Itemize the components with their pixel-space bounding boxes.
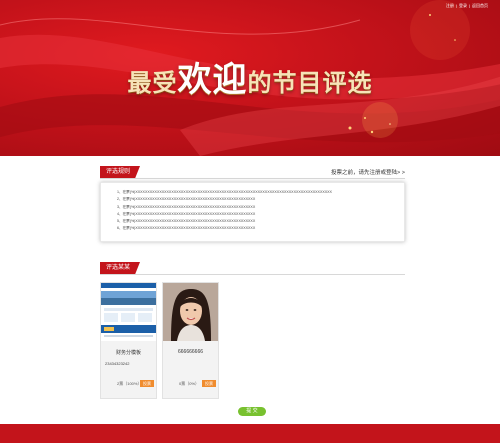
- rules-section-header: 评选规则 投票之前，请先注册或登陆> >: [100, 166, 405, 179]
- candidate-phone: 23434323242: [105, 361, 130, 366]
- top-links: 注册 | 登录 | 返回首页: [446, 3, 488, 9]
- vote-count: 0票（0%）: [179, 381, 200, 386]
- rules-list: 1、在票(%)XXXXXXXXXXXXXXXXXXXXXXXXXXXXXXXXX…: [101, 183, 404, 233]
- rule-item: 2、在票(%)XXXXXXXXXXXXXXXXXXXXXXXXXXXXXXXXX…: [117, 197, 256, 202]
- home-link[interactable]: 返回首页: [472, 3, 488, 9]
- rule-item: 5、在票(%)XXXXXXXXXXXXXXXXXXXXXXXXXXXXXXXXX…: [117, 219, 256, 224]
- title-part-3: 的节目评选: [247, 69, 373, 97]
- submit-button[interactable]: 提 交: [238, 407, 266, 416]
- title-part-1: 最受: [127, 69, 178, 97]
- title-part-2: 欢迎: [177, 60, 248, 100]
- rules-tab: 评选规则: [100, 166, 141, 178]
- vote-button[interactable]: 投票: [140, 380, 154, 387]
- footer-bar: [0, 424, 500, 443]
- login-link[interactable]: 登录: [459, 3, 467, 9]
- candidate-name: 666666666: [177, 349, 204, 355]
- candidate-card: 666666666 0票（0%） 投票: [162, 282, 219, 399]
- rule-item: 4、在票(%)XXXXXXXXXXXXXXXXXXXXXXXXXXXXXXXXX…: [117, 211, 256, 216]
- link-separator: |: [468, 3, 470, 8]
- rules-box: 1、在票(%)XXXXXXXXXXXXXXXXXXXXXXXXXXXXXXXXX…: [100, 182, 405, 242]
- vote-notice-link[interactable]: 投票之前，请先注册或登陆> >: [331, 168, 405, 176]
- candidate-card: 财务分模板 23434323242 2票（100%） 投票: [100, 282, 157, 399]
- register-link[interactable]: 注册: [446, 3, 454, 9]
- candidates-section-header: 评选某某: [100, 262, 405, 275]
- link-separator: |: [455, 3, 457, 8]
- candidate-name: 财务分模板: [115, 350, 141, 356]
- candidates-tab: 评选某某: [100, 262, 141, 274]
- candidate-thumbnail[interactable]: [101, 283, 156, 341]
- page-title: 最受欢迎的节目评选: [0, 52, 500, 101]
- rule-item: 6、在票(%)XXXXXXXXXXXXXXXXXXXXXXXXXXXXXXXXX…: [117, 226, 256, 231]
- header-banner: 注册 | 登录 | 返回首页 最受欢迎的节目评选: [0, 0, 500, 156]
- rule-item: 1、在票(%)XXXXXXXXXXXXXXXXXXXXXXXXXXXXXXXXX…: [117, 190, 332, 194]
- rule-item: 3、在票(%)XXXXXXXXXXXXXXXXXXXXXXXXXXXXXXXXX…: [117, 204, 256, 209]
- vote-button[interactable]: 投票: [202, 380, 216, 387]
- candidate-photo[interactable]: [163, 283, 218, 341]
- vote-count: 2票（100%）: [117, 381, 142, 386]
